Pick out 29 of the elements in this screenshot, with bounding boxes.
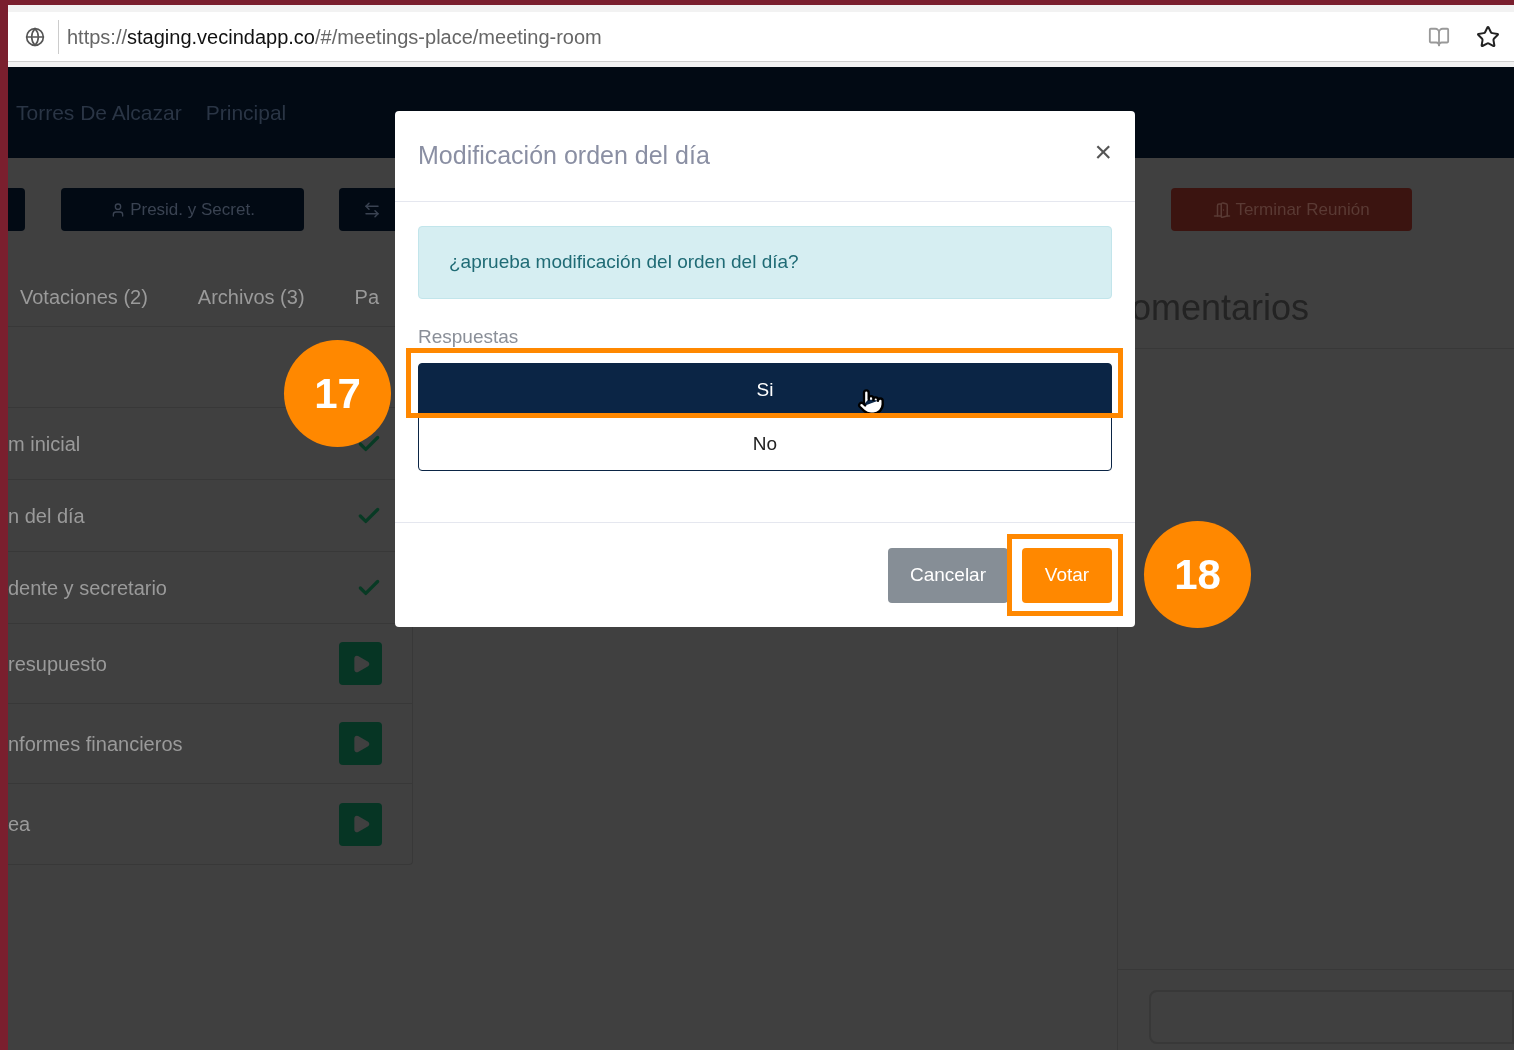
agenda-item[interactable]: nformes financieros — [8, 728, 183, 759]
play-button[interactable] — [339, 722, 382, 765]
agenda-item[interactable]: dente y secretario — [8, 572, 167, 603]
agenda-item[interactable]: resupuesto — [8, 648, 107, 679]
vote-button[interactable]: Votar — [1022, 547, 1112, 603]
door-icon — [1213, 200, 1232, 219]
cancel-button[interactable]: Cancelar — [888, 547, 1008, 603]
agenda-item[interactable]: n del día — [8, 500, 85, 531]
url-text: https://staging.vecindapp.co/#/meetings-place/meeting-room — [67, 24, 602, 50]
answer-option[interactable]: No — [418, 417, 1112, 471]
hand-cursor-icon — [857, 388, 885, 416]
answers-label: Respuestas — [418, 327, 520, 346]
toolbar-button[interactable] — [8, 188, 25, 231]
tab[interactable]: Pa — [354, 281, 380, 312]
favorite-star-icon[interactable] — [1476, 24, 1500, 49]
play-button[interactable] — [339, 802, 382, 846]
swap-icon — [363, 200, 381, 219]
modal-title: Modificación orden del día — [418, 140, 710, 172]
tab[interactable]: Archivos (3) — [197, 281, 305, 312]
question-alert: ¿aprueba modificación del orden del día? — [418, 226, 1112, 299]
tab[interactable]: Votaciones (2) — [20, 281, 148, 312]
agenda-item[interactable]: ea — [8, 809, 31, 839]
toolbar-button[interactable]: Presid. y Secret. — [61, 188, 304, 231]
reading-view-icon[interactable] — [1428, 25, 1450, 48]
play-button[interactable] — [339, 642, 382, 685]
close-button[interactable]: × — [1094, 137, 1112, 167]
globe-icon — [25, 26, 45, 47]
address-bar[interactable]: https://staging.vecindapp.co/#/meetings-place/meeting-room — [8, 12, 1514, 62]
agenda-item[interactable]: m inicial — [8, 428, 81, 459]
